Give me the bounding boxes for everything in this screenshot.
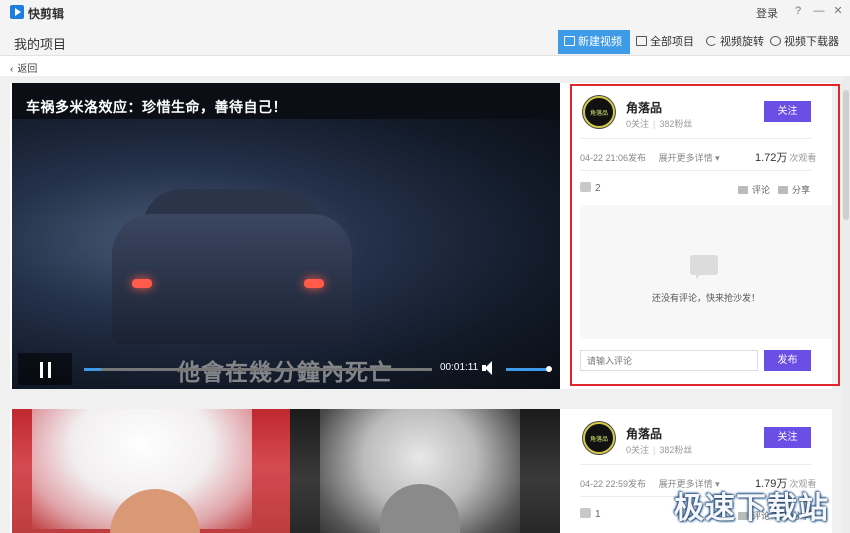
all-projects-button[interactable]: 全部项目 — [636, 30, 694, 54]
author-stats: 0关注 | 382粉丝 — [626, 119, 693, 129]
minimize-icon[interactable]: — — [811, 3, 827, 19]
avatar[interactable]: 角落品 — [583, 422, 615, 454]
divider — [580, 170, 812, 171]
like-count: 2 — [595, 183, 601, 194]
comment-input[interactable] — [580, 350, 758, 371]
author-stats: 0关注 | 382粉丝 — [626, 445, 693, 455]
volume-slider[interactable] — [506, 366, 552, 372]
download-icon — [770, 36, 781, 46]
tail-light — [304, 279, 324, 288]
expand-details-link[interactable]: 展开更多详情 ▾ — [659, 153, 720, 163]
login-link[interactable]: 登录 — [756, 5, 778, 21]
like-button[interactable]: 1 — [580, 508, 601, 520]
scrollbar-thumb[interactable] — [843, 90, 849, 220]
back-button[interactable]: ‹ 返回 — [10, 60, 37, 75]
thumbs-up-icon — [580, 182, 591, 192]
back-label: 返回 — [17, 64, 38, 75]
divider — [580, 138, 812, 139]
video-frame-left — [12, 409, 290, 533]
view-count: 1.72万 次观看 — [755, 152, 817, 164]
publish-meta: 04-22 21:06发布 展开更多详情 ▾ — [580, 151, 720, 164]
back-row: ‹ 返回 — [0, 56, 850, 76]
pause-button[interactable] — [18, 353, 72, 385]
share-button[interactable]: 分享 — [778, 183, 810, 196]
video-caption: 车祸多米洛效应：珍惜生命，善待自己！ — [26, 99, 287, 115]
feed: 车祸多米洛效应：珍惜生命，善待自己！ 他會在幾分鐘內死亡 00:01:11 角落… — [0, 76, 850, 533]
author-name[interactable]: 角落品 — [626, 425, 662, 442]
volume-icon[interactable] — [482, 361, 496, 375]
video-camera-icon — [564, 36, 575, 46]
title-bar: 快剪辑 登录 ? — ✕ — [0, 0, 850, 24]
following-count: 0关注 — [626, 445, 650, 455]
app-title: 快剪辑 — [28, 7, 65, 21]
like-button[interactable]: 2 — [580, 182, 601, 194]
share-icon — [778, 186, 788, 194]
follow-button[interactable]: 关注 — [764, 427, 811, 448]
video-downloader-label: 视频下载器 — [784, 36, 839, 48]
video-frame-right — [290, 409, 560, 533]
follow-button[interactable]: 关注 — [764, 101, 811, 122]
video-player[interactable]: 车祸多米洛效应：珍惜生命，善待自己！ 他會在幾分鐘內死亡 00:01:11 — [12, 83, 560, 389]
avatar[interactable]: 角落品 — [583, 96, 615, 128]
all-projects-label: 全部项目 — [650, 36, 694, 48]
progress-bar[interactable] — [84, 368, 432, 371]
comment-icon — [738, 186, 748, 194]
comment-button[interactable]: 评论 — [738, 183, 770, 196]
thumbs-up-icon — [580, 508, 591, 518]
video-downloader-button[interactable]: 视频下载器 — [770, 30, 839, 54]
fans-count: 382粉丝 — [659, 445, 693, 455]
progress-fill — [84, 368, 102, 371]
toolbar: 我的项目 新建视频 全部项目 视频旋转 视频下载器 — [0, 24, 850, 56]
empty-comments-text: 还没有评论，快来抢沙发！ — [651, 293, 760, 303]
publish-button[interactable]: 发布 — [764, 350, 811, 371]
fans-count: 382粉丝 — [659, 119, 693, 129]
rotate-icon — [706, 36, 717, 46]
new-video-label: 新建视频 — [578, 36, 622, 48]
new-video-button[interactable]: 新建视频 — [558, 30, 630, 54]
author-name[interactable]: 角落品 — [626, 99, 662, 116]
close-icon[interactable]: ✕ — [830, 3, 846, 19]
folder-icon — [636, 36, 647, 46]
publish-time: 04-22 22:59发布 — [580, 479, 647, 489]
video-thumbnail[interactable] — [12, 409, 560, 533]
post-info-panel: 角落品 角落品 0关注 | 382粉丝 关注 04-22 21:06发布 展开更多详… — [560, 83, 832, 389]
volume-knob[interactable] — [546, 366, 552, 372]
divider — [580, 464, 812, 465]
post-card: 车祸多米洛效应：珍惜生命，善待自己！ 他會在幾分鐘內死亡 00:01:11 角落… — [10, 83, 832, 389]
comments-area: 还没有评论，快来抢沙发！ — [580, 205, 832, 339]
time-display: 00:01:11 — [440, 362, 479, 373]
avatar-text: 角落品 — [589, 111, 608, 117]
rotate-video-button[interactable]: 视频旋转 — [706, 30, 764, 54]
like-count: 1 — [595, 509, 601, 520]
page-title: 我的项目 — [14, 37, 67, 52]
watermark-text: 极速下载站 — [674, 492, 829, 525]
publish-time: 04-22 21:06发布 — [580, 153, 647, 163]
avatar-text: 角落品 — [589, 437, 608, 443]
help-icon[interactable]: ? — [790, 3, 806, 19]
chevron-left-icon: ‹ — [10, 64, 14, 75]
tail-light — [132, 279, 152, 288]
following-count: 0关注 — [626, 119, 650, 129]
video-controls: 00:01:11 — [12, 347, 560, 389]
app-logo-icon — [10, 5, 24, 19]
rotate-video-label: 视频旋转 — [720, 36, 764, 48]
chat-bubble-icon — [690, 255, 718, 279]
